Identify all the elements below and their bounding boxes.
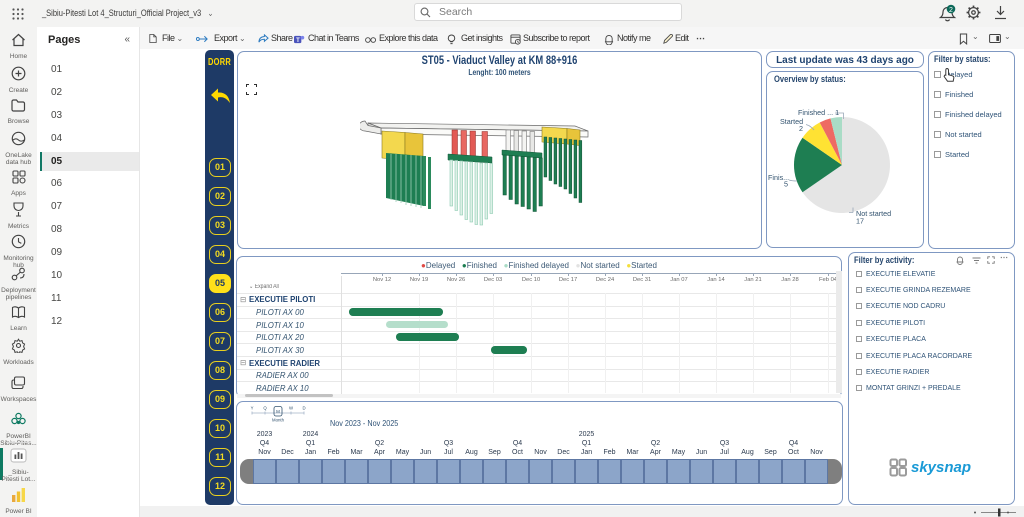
svg-text:17: 17 (856, 217, 864, 226)
svg-text:Y: Y (251, 406, 254, 411)
svg-text:2: 2 (949, 7, 953, 14)
svg-text:Finished ... 1: Finished ... 1 (798, 108, 839, 117)
svg-text:M: M (276, 409, 280, 414)
svg-text:Q: Q (263, 406, 267, 411)
svg-text:D: D (302, 406, 305, 411)
svg-text:Month: Month (272, 418, 285, 423)
svg-text:W: W (289, 406, 294, 411)
svg-text:5: 5 (784, 180, 788, 189)
svg-text:2: 2 (799, 124, 803, 133)
